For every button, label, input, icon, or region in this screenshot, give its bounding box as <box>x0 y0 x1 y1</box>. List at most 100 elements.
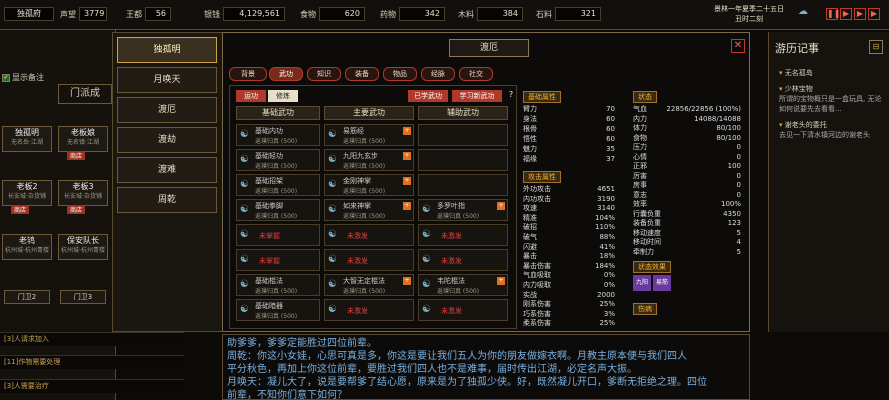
skill-level: 返璞归真 (500) <box>343 188 386 195</box>
nav-item[interactable]: 渡劫 <box>117 127 217 153</box>
skill-slot[interactable]: ☯ 基础轻功 返璞归真 (500) <box>236 149 320 171</box>
skill-slot[interactable]: ☯ 未掌握 <box>236 249 320 271</box>
character-card[interactable]: 保安队长 杭州城·杭州青楼 <box>58 234 108 260</box>
checkbox-icon[interactable]: ✓ <box>2 73 10 82</box>
attr-label: 内功攻击 <box>523 194 551 203</box>
skill-level: 返璞归真 (500) <box>343 288 386 295</box>
task-crops[interactable]: [11]作物需要处理 <box>0 355 184 369</box>
character-card[interactable]: 老鸨 杭州城·杭州青楼 <box>2 234 52 260</box>
tab-meridians[interactable]: 经脉 <box>421 67 455 81</box>
tab-background[interactable]: 背景 <box>229 67 267 81</box>
upgrade-icon[interactable]: + <box>497 277 505 285</box>
skill-slot[interactable]: ☯ 韦陀棍法 返璞归真 (500) + <box>418 274 508 296</box>
character-card[interactable]: 老板3 长安城·杂货铺 商店 <box>58 180 108 214</box>
subtab-train[interactable]: 修炼 <box>268 90 298 102</box>
skill-slot[interactable]: ☯ 未激发 <box>418 299 508 321</box>
attr-value: 0 <box>736 152 741 161</box>
upgrade-icon[interactable]: + <box>403 202 411 210</box>
attr-value: 25% <box>599 300 615 309</box>
attr-row: 福缘 37 <box>523 155 615 164</box>
skill-icon: ☯ <box>422 279 431 290</box>
learn-new-skill-button[interactable]: 学习新武功 <box>452 90 502 102</box>
attr-row: 破气 88% <box>523 233 615 242</box>
upgrade-icon[interactable]: + <box>403 127 411 135</box>
skill-slot[interactable]: ☯ 基础内功 返璞归真 (500) <box>236 124 320 146</box>
effect-badge[interactable]: 九阳 <box>633 275 651 291</box>
skill-icon: ☯ <box>240 279 249 290</box>
nav-item[interactable]: 渡厄 <box>117 97 217 123</box>
tab-martial-arts[interactable]: 武功 <box>269 67 303 81</box>
skill-slot[interactable]: ☯ 未掌握 <box>236 224 320 246</box>
skill-slot[interactable]: ☯ 九阳九玄步 返璞归真 (500) + <box>324 149 414 171</box>
skill-slot[interactable]: ☯ 未激发 <box>324 249 414 271</box>
dialog-log[interactable]: 助爹爹，爹爹定能胜过四位前辈。 周乾：你这小女娃，心思可真是多，你这是要让我们五… <box>222 334 750 400</box>
character-card[interactable]: 老板2 长安城·杂货铺 商店 <box>2 180 52 214</box>
skill-slot[interactable]: ☯ 金刚神掌 返璞归真 (500) + <box>324 174 414 196</box>
character-card[interactable]: 老板娘 无名镇·江湖 商店 <box>58 126 108 160</box>
skill-slot[interactable]: ☯ 如来神掌 返璞归真 (500) + <box>324 199 414 221</box>
skill-slot[interactable]: ☯ 未激发 <box>418 224 508 246</box>
entry-head: 少林宝物 <box>784 85 813 93</box>
skill-slot[interactable]: ☯ 基础拳脚 返璞归真 (500) <box>236 199 320 221</box>
upgrade-icon[interactable]: + <box>403 277 411 285</box>
skill-slot[interactable]: ☯ 基础暗器 返璞归真 (500) <box>236 299 320 321</box>
speed-1-button[interactable]: ▶ <box>840 8 852 20</box>
task-heal[interactable]: [3]人需要治疗 <box>0 379 184 393</box>
effect-badge[interactable]: 易筋 <box>653 275 671 291</box>
task-join-request[interactable]: [3]人请求加入 <box>0 332 184 346</box>
attack-attr-title: 攻击属性 <box>523 171 561 183</box>
tab-equipment[interactable]: 装备 <box>345 67 379 81</box>
collapse-icon[interactable]: ⊟ <box>869 40 883 54</box>
nav-item[interactable]: 独孤明 <box>117 37 217 63</box>
skill-name: 九阳九玄步 <box>343 152 378 160</box>
speed-slow-button[interactable]: ❚❚ <box>826 8 840 20</box>
subtab-run[interactable]: 运功 <box>236 90 266 102</box>
skill-slot[interactable]: ☯ 基础招架 返璞归真 (500) <box>236 174 320 196</box>
attr-value: 5 <box>736 228 741 237</box>
attr-label: 身法 <box>523 115 537 123</box>
weather-icon: ☁ <box>798 6 808 17</box>
skill-slot[interactable]: ☯ 未激发 <box>418 249 508 271</box>
nav-item[interactable]: 月唤天 <box>117 67 217 93</box>
journal-entry[interactable]: ▾ 谢老头的委托 去见一下清水镇河边的谢老头 <box>779 120 887 140</box>
tab-social[interactable]: 社交 <box>459 67 493 81</box>
character-location: 长安城·杂货铺 <box>64 193 102 200</box>
skill-slot[interactable] <box>418 174 508 196</box>
tab-items[interactable]: 物品 <box>383 67 417 81</box>
base-skills-header: 基础武功 <box>236 106 320 120</box>
upgrade-icon[interactable]: + <box>403 152 411 160</box>
show-notes-toggle[interactable]: ✓ 显示备注 <box>2 72 44 83</box>
skill-icon: ☯ <box>328 254 337 265</box>
skill-slot[interactable]: ☯ 易筋经 返璞归真 (500) + <box>324 124 414 146</box>
tab-knowledge[interactable]: 知识 <box>307 67 341 81</box>
skill-slot[interactable]: ☯ 未激发 <box>324 299 414 321</box>
attr-value: 104% <box>594 213 615 222</box>
prestige-label: 声望 <box>60 9 76 19</box>
skill-slot[interactable] <box>418 149 508 171</box>
gate-guard-item[interactable]: 门卫3 <box>60 290 106 304</box>
speed-3-button[interactable]: ▶ <box>868 8 880 20</box>
character-card[interactable]: 独孤明 无名岳·江湖 <box>2 126 52 152</box>
gate-guard-item[interactable]: 门卫2 <box>4 290 50 304</box>
skill-icon: ☯ <box>240 229 249 240</box>
attr-label: 暴击伤害 <box>523 261 551 270</box>
herb-stat: 药物 342 <box>380 6 445 22</box>
upgrade-icon[interactable]: + <box>497 202 505 210</box>
nav-item[interactable]: 渡难 <box>117 157 217 183</box>
nav-item[interactable]: 周乾 <box>117 187 217 213</box>
skill-slot[interactable]: ☯ 多罗叶指 返璞归真 (500) + <box>418 199 508 221</box>
help-icon[interactable]: ? <box>506 90 516 102</box>
upgrade-icon[interactable]: + <box>403 177 411 185</box>
learned-skills-button[interactable]: 已学武功 <box>408 90 448 102</box>
journal-entry[interactable]: ▾ 少林宝物 所谓的宝物概只是一盒玩具, 无论如何说要先去看看... <box>779 84 887 114</box>
close-icon[interactable]: ✕ <box>731 39 745 53</box>
skill-slot[interactable]: ☯ 基础棍法 返璞归真 (500) <box>236 274 320 296</box>
location-box[interactable]: 独孤府 <box>4 6 54 22</box>
journal-entry[interactable]: ▾ 无名孤岛 <box>779 68 887 78</box>
skill-slot[interactable] <box>418 124 508 146</box>
speed-2-button[interactable]: ▶ <box>854 8 866 20</box>
skill-slot[interactable]: ☯ 大智无定棍法 返璞归真 (500) + <box>324 274 414 296</box>
character-detail-panel: 渡厄 ✕ 背景 武功 知识 装备 物品 经脉 社交 运功 修炼 已学武功 学习新… <box>222 32 750 332</box>
attr-value: 0 <box>736 190 741 199</box>
skill-slot[interactable]: ☯ 未激发 <box>324 224 414 246</box>
